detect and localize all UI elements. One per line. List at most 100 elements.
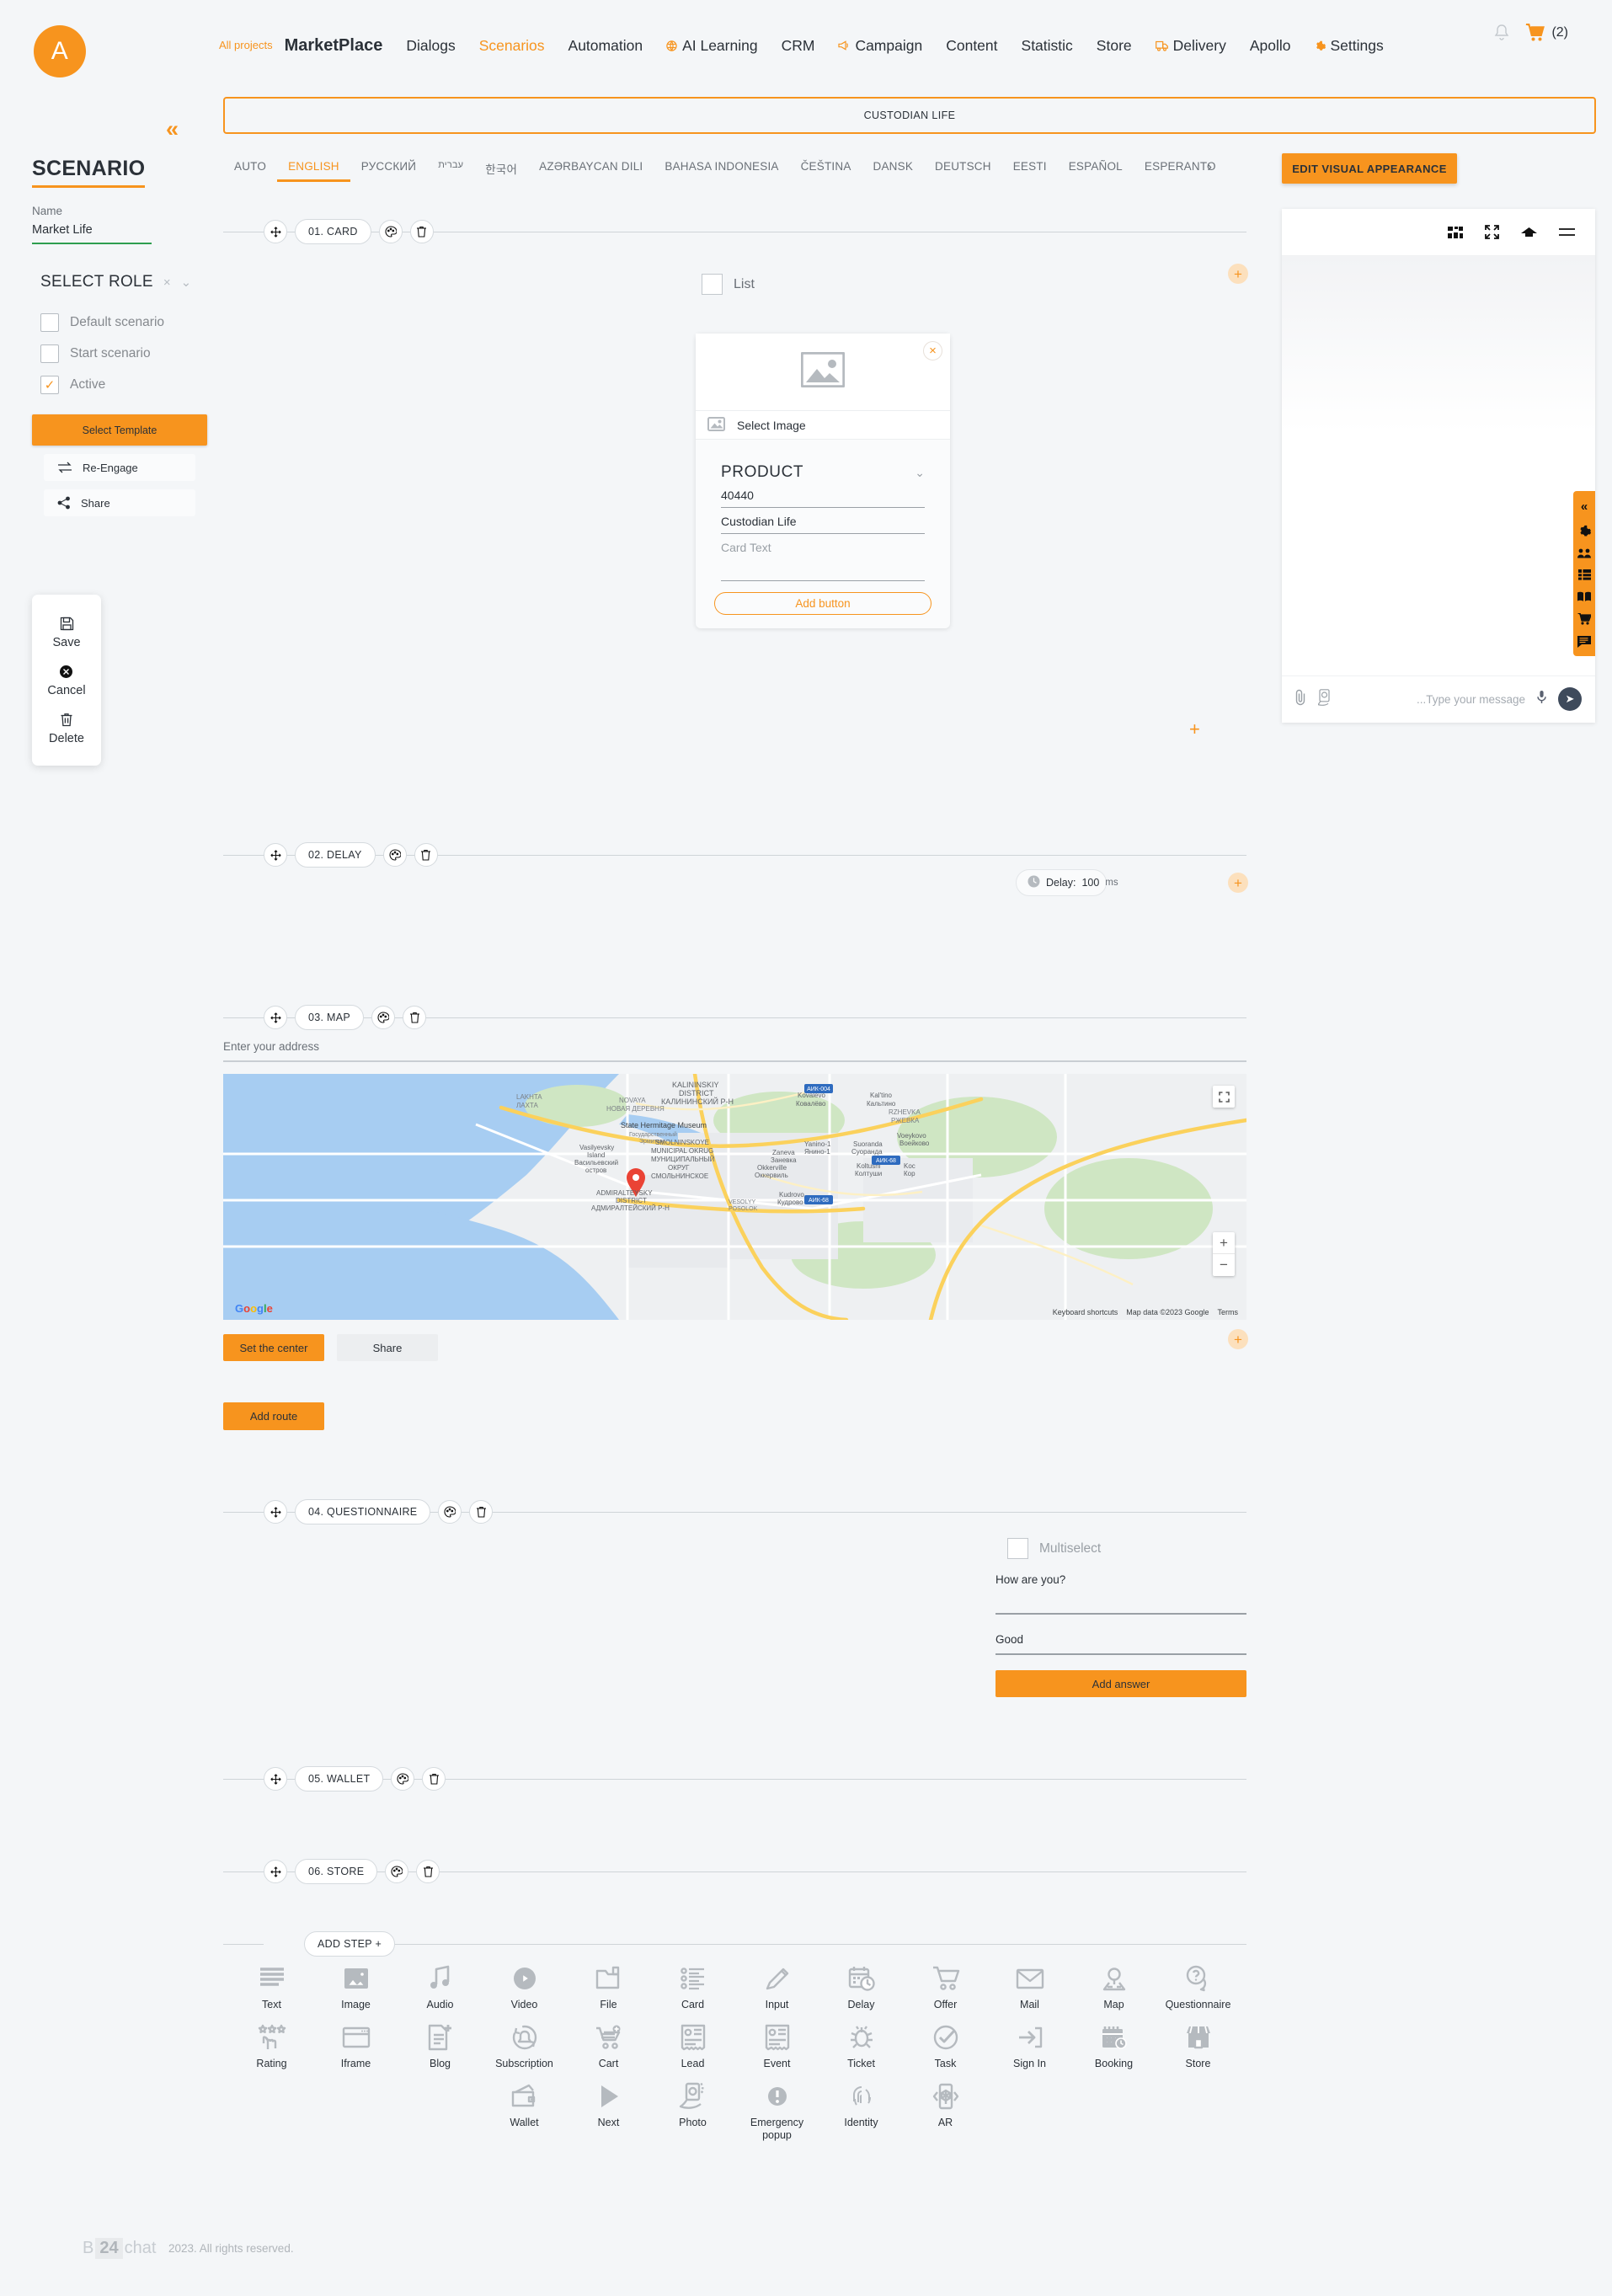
save-button[interactable]: Save — [52, 609, 81, 657]
language-tab-1[interactable]: ENGLISH — [277, 157, 350, 182]
palette-item-input[interactable]: Input — [735, 1952, 819, 2011]
chevron-down-icon[interactable]: ⌄ — [915, 466, 925, 480]
answer-input[interactable]: Good — [995, 1633, 1246, 1655]
add-answer-button[interactable]: Add answer — [995, 1670, 1246, 1697]
palette-item-subscription[interactable]: Subscription — [483, 2011, 567, 2070]
nav-item-content[interactable]: Content — [934, 35, 1009, 56]
step-name[interactable]: 06. STORE — [295, 1859, 378, 1884]
add-card-button[interactable]: + — [1189, 720, 1200, 739]
map-zoom-out-button[interactable]: − — [1213, 1254, 1235, 1276]
palette-item-lead[interactable]: Lead — [651, 2011, 735, 2070]
map-preview[interactable]: LAKHTA ЛАХТА NOVAYA НОВАЯ ДЕРЕВНЯ KALININSKI… — [223, 1074, 1246, 1320]
add-route-button[interactable]: Add route — [223, 1402, 324, 1430]
nav-item-dialogs[interactable]: Dialogs — [394, 35, 467, 56]
collapse-icon[interactable]: « — [1581, 499, 1588, 514]
map-fullscreen-icon[interactable] — [1213, 1086, 1235, 1108]
nav-item-statistic[interactable]: Statistic — [1010, 35, 1085, 56]
select-template-button[interactable]: Select Template — [32, 414, 207, 446]
palette-icon[interactable] — [385, 1860, 409, 1883]
nav-item-apollo[interactable]: Apollo — [1238, 35, 1303, 56]
palette-item-image[interactable]: Image — [314, 1952, 398, 2011]
set-the-center-button[interactable]: Set the center — [223, 1334, 324, 1361]
clear-role-icon[interactable]: × — [163, 275, 171, 290]
scenario-name-input[interactable]: Market Life — [32, 223, 152, 244]
palette-item-map[interactable]: Map — [1072, 1952, 1156, 2011]
palette-item-blog[interactable]: Blog — [398, 2011, 483, 2070]
nav-item-store[interactable]: Store — [1085, 35, 1144, 56]
drag-handle-icon[interactable] — [264, 1006, 287, 1029]
palette-item-video[interactable]: Video — [483, 1952, 567, 2011]
delay-value[interactable]: 100 — [1081, 877, 1099, 889]
language-tab-12[interactable]: ESPERANTO — [1134, 157, 1227, 179]
palette-item-text[interactable]: Text — [230, 1952, 314, 2011]
map-zoom-controls[interactable]: + − — [1213, 1232, 1235, 1276]
nav-item-ai-learning[interactable]: AI Learning — [654, 35, 770, 56]
product-type-select[interactable]: PRODUCT ⌄ — [721, 463, 925, 482]
mic-icon[interactable] — [1537, 690, 1546, 709]
step-name[interactable]: 03. MAP — [295, 1005, 365, 1030]
nav-item-settings[interactable]: Settings — [1303, 35, 1396, 56]
language-tab-7[interactable]: ČEŠTINA — [790, 157, 862, 179]
send-button[interactable]: ➤ — [1558, 687, 1582, 711]
palette-item-photo[interactable]: Photo — [651, 2070, 735, 2142]
add-element-button[interactable]: + — [1228, 264, 1248, 284]
card-list-toggle[interactable]: List — [702, 274, 755, 295]
list-icon[interactable] — [1577, 569, 1591, 580]
card-text-input[interactable]: Card Text — [721, 541, 925, 581]
people-icon[interactable] — [1577, 548, 1591, 558]
delete-button[interactable]: Delete — [49, 705, 84, 753]
attachment-icon[interactable] — [1295, 689, 1306, 710]
edit-visual-appearance-button[interactable]: EDIT VISUAL APPEARANCE — [1282, 153, 1457, 184]
language-tab-10[interactable]: EESTI — [1002, 157, 1058, 179]
add-element-button[interactable]: + — [1228, 873, 1248, 893]
palette-item-questionnaire[interactable]: Questionnaire — [1156, 1952, 1241, 2011]
palette-item-next[interactable]: Next — [567, 2070, 651, 2142]
cart-button[interactable]: (2) — [1525, 24, 1568, 42]
question-input[interactable]: How are you? — [995, 1573, 1246, 1615]
cancel-button[interactable]: Cancel — [47, 657, 86, 705]
nav-item-crm[interactable]: CRM — [770, 35, 827, 56]
multiselect-toggle[interactable]: Multiselect — [1007, 1538, 1101, 1559]
re-engage-button[interactable]: Re-Engage — [44, 454, 195, 481]
close-card-icon[interactable]: × — [923, 341, 942, 360]
checkbox-row-default-scenario[interactable]: Default scenario — [40, 313, 212, 332]
palette-item-cart[interactable]: Cart — [567, 2011, 651, 2070]
palette-icon[interactable] — [438, 1500, 462, 1524]
nav-item-scenarios[interactable]: Scenarios — [467, 35, 557, 56]
card-id-input[interactable]: 40440 — [721, 489, 925, 508]
step-name[interactable]: 01. CARD — [295, 219, 371, 244]
delete-step-icon[interactable] — [422, 1767, 446, 1791]
share-button[interactable]: Share — [44, 489, 195, 516]
step-name[interactable]: 02. DELAY — [295, 842, 376, 868]
language-tab-5[interactable]: AZƏRBAYCAN DILI — [528, 157, 654, 179]
group-icon[interactable] — [1448, 226, 1463, 239]
language-tab-3[interactable]: עברית — [427, 157, 474, 177]
palette-item-emergency-popup[interactable]: Emergency popup — [735, 2070, 819, 2142]
multiselect-checkbox[interactable] — [1007, 1538, 1028, 1559]
palette-item-sign-in[interactable]: Sign In — [988, 2011, 1072, 2070]
language-tab-0[interactable]: AUTO — [223, 157, 277, 179]
palette-icon[interactable] — [382, 843, 407, 867]
delay-value-field[interactable]: Delay: 100 ms — [1016, 869, 1118, 896]
cart-icon[interactable] — [1577, 613, 1591, 625]
checkbox[interactable] — [40, 344, 59, 363]
palette-item-audio[interactable]: Audio — [398, 1952, 483, 2011]
delete-step-icon[interactable] — [469, 1500, 494, 1524]
map-zoom-in-button[interactable]: + — [1213, 1232, 1235, 1254]
checkbox-row-active[interactable]: ✓ Active — [40, 376, 212, 394]
add-element-button[interactable]: + — [1228, 1329, 1248, 1349]
card-title-input[interactable]: Custodian Life — [721, 515, 925, 534]
language-next-icon[interactable]: › — [1207, 158, 1212, 175]
delete-step-icon[interactable] — [414, 843, 438, 867]
nav-item-all-projects[interactable]: All projects — [207, 35, 280, 56]
gear-icon[interactable] — [1578, 525, 1591, 537]
palette-item-wallet[interactable]: Wallet — [483, 2070, 567, 2142]
keyboard-shortcuts-link[interactable]: Keyboard shortcuts — [1053, 1308, 1118, 1316]
delete-step-icon[interactable] — [403, 1006, 427, 1029]
palette-item-ticket[interactable]: Ticket — [819, 2011, 904, 2070]
language-tab-6[interactable]: BAHASA INDONESIA — [654, 157, 789, 179]
language-tab-4[interactable]: 한국어 — [474, 157, 528, 184]
map-share-button[interactable]: Share — [337, 1334, 438, 1361]
map-address-input[interactable]: Enter your address — [223, 1040, 1246, 1062]
language-tab-2[interactable]: РУССКИЙ — [350, 157, 427, 179]
